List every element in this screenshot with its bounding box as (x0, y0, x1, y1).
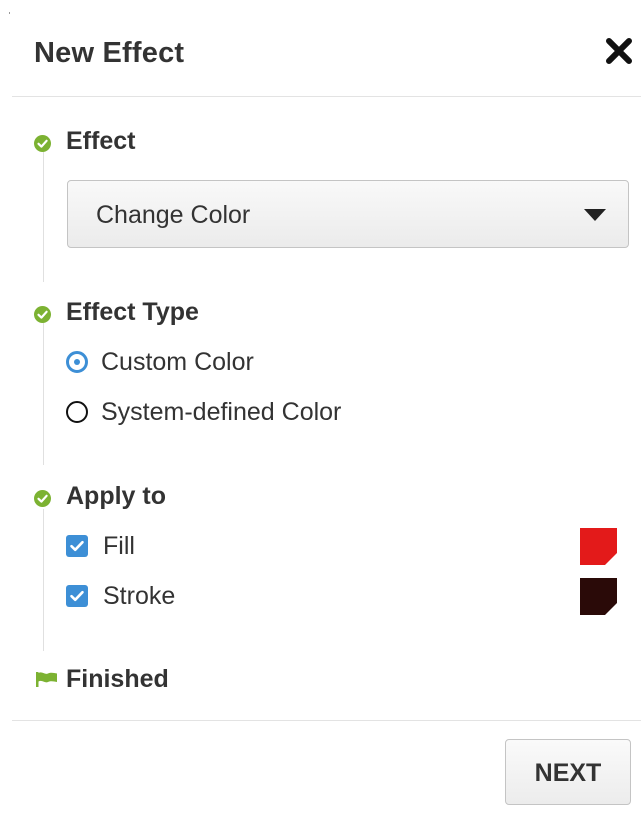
checkbox-label-fill[interactable]: Fill (103, 532, 135, 561)
step-connector (43, 509, 44, 651)
step-title-apply-to: Apply to (66, 482, 166, 510)
step-title-finished: Finished (66, 665, 169, 693)
fill-color-swatch[interactable] (580, 528, 617, 565)
checkbox-stroke[interactable] (66, 585, 88, 607)
step-connector (43, 323, 44, 465)
next-button[interactable]: NEXT (505, 739, 631, 805)
effect-select[interactable]: Change Color (67, 180, 629, 248)
effect-select-value: Change Color (96, 201, 251, 229)
checkbox-fill[interactable] (66, 535, 88, 557)
checkbox-label-stroke[interactable]: Stroke (103, 582, 175, 611)
check-circle-icon (34, 135, 51, 152)
radio-label-system-defined-color[interactable]: System-defined Color (101, 398, 341, 427)
step-connector (43, 152, 44, 282)
stroke-color-swatch[interactable] (580, 578, 617, 615)
step-title-effect: Effect (66, 127, 136, 155)
dialog-header: New Effect (0, 0, 641, 97)
swatch-corner (605, 603, 617, 615)
header-divider (12, 96, 641, 97)
dialog-title: New Effect (34, 37, 185, 69)
step-title-effect-type: Effect Type (66, 298, 199, 326)
radio-label-custom-color[interactable]: Custom Color (101, 348, 254, 377)
flag-icon (36, 671, 58, 688)
caret-down-icon (584, 209, 606, 221)
swatch-corner (605, 553, 617, 565)
radio-system-defined-color[interactable] (66, 401, 88, 423)
radio-custom-color[interactable] (66, 351, 88, 373)
footer-divider (12, 720, 641, 721)
close-icon[interactable] (605, 37, 633, 65)
check-circle-icon (34, 306, 51, 323)
check-circle-icon (34, 490, 51, 507)
